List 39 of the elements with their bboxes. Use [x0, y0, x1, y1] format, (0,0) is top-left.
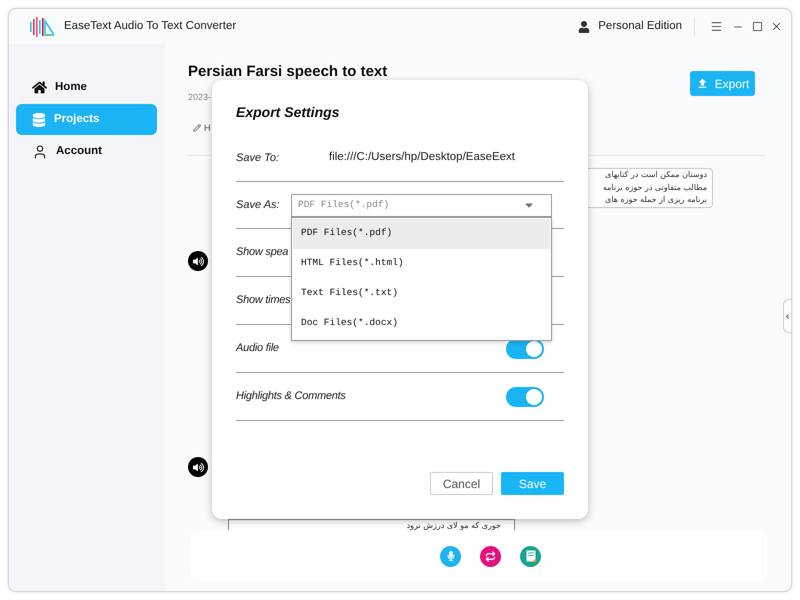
database-icon [32, 112, 46, 126]
speaker-icon[interactable] [188, 251, 208, 271]
nav-item[interactable]: Home [16, 72, 157, 103]
transcript-line: جوری که مو لای درزش نرود [406, 520, 501, 530]
dialog-title: Export Settings [236, 103, 340, 121]
transcript-line: مطالب متفاوتی در حوزه برنامه [602, 182, 707, 194]
app-logo [30, 16, 54, 36]
option-label: Audio file [236, 341, 279, 356]
user-icon [578, 20, 590, 32]
field-label: Save As: [236, 198, 281, 213]
document-icon[interactable] [520, 546, 541, 566]
toggle-switch[interactable] [506, 386, 544, 406]
tab-label[interactable]: H [204, 122, 210, 134]
home-icon [32, 80, 47, 95]
side-panel-handle[interactable] [783, 299, 791, 333]
dialog-button[interactable]: Cancel [430, 472, 493, 495]
menu-icon[interactable] [710, 20, 723, 33]
speaker-icon[interactable] [188, 457, 208, 477]
project-date: 2023- [188, 91, 212, 103]
format-select[interactable]: PDF Files(*.pdf) [291, 194, 552, 216]
transcript-line: برنامه ریزی از جمله حوزه های [604, 194, 707, 206]
option-label: Show times [236, 293, 290, 308]
user-outline-icon [32, 144, 48, 160]
upload-icon [696, 77, 709, 90]
app-title: EaseText Audio To Text Converter [64, 18, 236, 34]
field-label: Save To: [236, 150, 280, 166]
option-label: Show spea [236, 245, 288, 260]
maximize-icon[interactable] [752, 21, 763, 32]
chevron-left-icon [784, 312, 791, 320]
project-title: Persian Farsi speech to text [188, 63, 388, 81]
close-icon[interactable] [770, 20, 783, 33]
pencil-icon [193, 124, 201, 132]
repeat-icon[interactable] [480, 546, 501, 566]
edition-label: Personal Edition [598, 18, 682, 34]
option-label: Highlights & Comments [236, 389, 346, 404]
save-path: file:///C:/Users/hp/Desktop/EaseEext [329, 150, 515, 166]
nav-item[interactable]: Account [16, 136, 157, 167]
transcript-line: دوستان ممکن است در کتابهای [605, 169, 707, 181]
dropdown-option[interactable]: PDF Files(*.pdf) [293, 218, 550, 248]
